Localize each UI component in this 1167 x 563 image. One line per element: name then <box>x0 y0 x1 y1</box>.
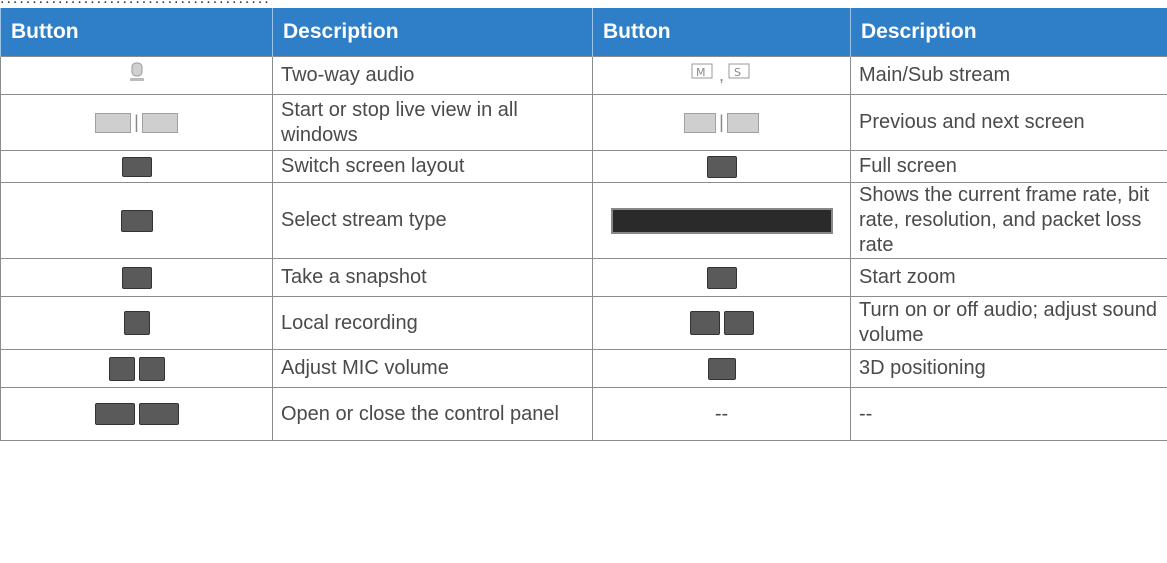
description-cell: Start zoom <box>850 258 1167 297</box>
previous-screen-icon[interactable] <box>684 112 717 133</box>
table-row: Switch screen layout Full screen <box>0 150 1167 183</box>
next-screen-icon[interactable] <box>726 112 759 133</box>
mic-mute-icon[interactable] <box>138 356 165 381</box>
table-row: Local recording Turn on or off audio; ad… <box>0 296 1167 350</box>
table-row: Two-way audio M , S Main/Sub stream <box>0 56 1167 95</box>
play-icon[interactable] <box>95 112 132 133</box>
stats-bar-icon <box>610 207 833 234</box>
empty-button-cell: -- <box>592 387 851 441</box>
zoom-icon[interactable] <box>706 266 737 289</box>
table-row: Adjust MIC volume 3D positioning <box>0 349 1167 388</box>
description-cell: Turn on or off audio; adjust sound volum… <box>850 296 1167 350</box>
separator: | <box>134 112 139 133</box>
layout-icon[interactable] <box>121 156 152 177</box>
description-cell: Two-way audio <box>272 56 593 95</box>
description-cell: -- <box>850 387 1167 441</box>
table-row: | Start or stop live view in all windows… <box>0 94 1167 151</box>
description-cell: Open or close the control panel <box>272 387 593 441</box>
description-cell: Switch screen layout <box>272 150 593 183</box>
microphone-icon[interactable] <box>127 61 147 90</box>
mic-volume-icon[interactable] <box>108 356 135 381</box>
audio-off-icon[interactable] <box>723 311 754 336</box>
header-button-1: Button <box>0 8 273 57</box>
svg-text:S: S <box>734 66 741 79</box>
description-cell: Previous and next screen <box>850 94 1167 151</box>
positioning-3d-icon[interactable] <box>707 357 736 380</box>
stop-icon[interactable] <box>141 112 178 133</box>
cropped-top-text: ........................................… <box>0 0 1167 8</box>
description-cell: Select stream type <box>272 182 593 259</box>
description-cell: Full screen <box>850 150 1167 183</box>
header-description-1: Description <box>272 8 593 57</box>
description-cell: Start or stop live view in all windows <box>272 94 593 151</box>
audio-on-icon[interactable] <box>689 311 720 336</box>
table-row: Select stream type Shows the current fra… <box>0 182 1167 259</box>
description-cell: 3D positioning <box>850 349 1167 388</box>
separator: , <box>718 65 724 85</box>
table-row: Open or close the control panel -- -- <box>0 387 1167 441</box>
stream-type-icon[interactable] <box>120 209 153 232</box>
button-description-table: Button Description Button Description Tw… <box>0 8 1167 441</box>
svg-text:M: M <box>696 66 706 79</box>
description-cell: Main/Sub stream <box>850 56 1167 95</box>
record-icon[interactable] <box>123 311 150 336</box>
sub-stream-icon[interactable]: S <box>727 61 753 90</box>
camera-icon[interactable] <box>121 266 152 289</box>
header-button-2: Button <box>592 8 851 57</box>
main-stream-icon[interactable]: M <box>690 61 716 90</box>
header-row: Button Description Button Description <box>0 8 1167 57</box>
description-cell: Shows the current frame rate, bit rate, … <box>850 182 1167 259</box>
fullscreen-icon[interactable] <box>706 155 737 178</box>
panel-open-icon[interactable] <box>94 403 135 426</box>
panel-close-icon[interactable] <box>138 403 179 426</box>
separator: | <box>719 112 724 133</box>
table-row: Take a snapshot Start zoom <box>0 258 1167 297</box>
description-cell: Adjust MIC volume <box>272 349 593 388</box>
description-cell: Local recording <box>272 296 593 350</box>
description-cell: Take a snapshot <box>272 258 593 297</box>
header-description-2: Description <box>850 8 1167 57</box>
